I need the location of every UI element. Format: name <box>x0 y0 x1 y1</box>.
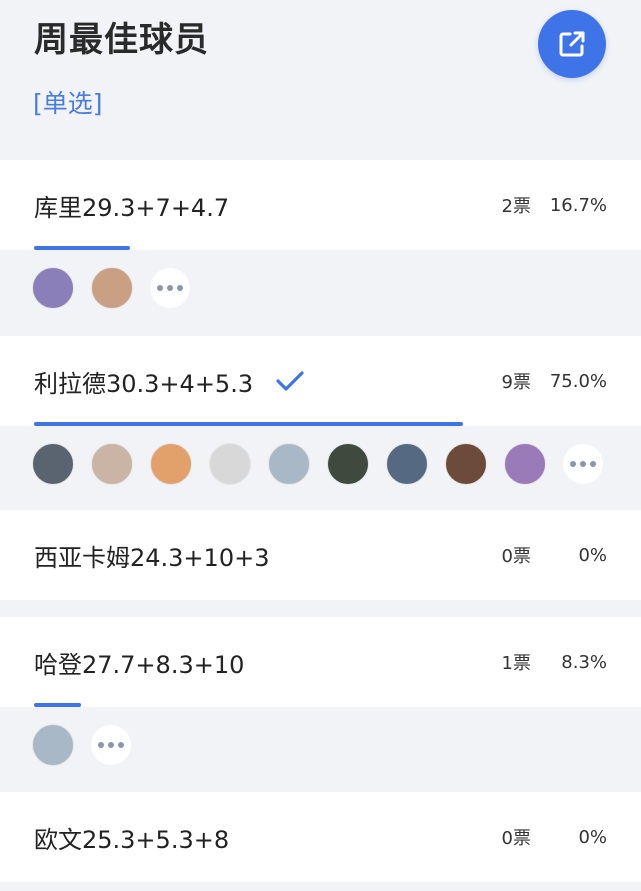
more-dot <box>177 285 183 291</box>
voter-avatar[interactable] <box>209 443 251 485</box>
voter-avatar[interactable] <box>386 443 428 485</box>
voter-avatar[interactable] <box>445 443 487 485</box>
option-progress-bar <box>34 422 606 426</box>
voter-avatar[interactable] <box>268 443 310 485</box>
voter-avatar[interactable] <box>327 443 369 485</box>
check-icon <box>276 371 304 391</box>
more-dot <box>590 461 596 467</box>
option-label: 利拉德30.3+4+5.3 <box>34 369 254 398</box>
more-voters-button[interactable] <box>91 725 131 765</box>
option-percent: 0% <box>578 826 607 848</box>
option-percent: 8.3% <box>561 651 607 673</box>
option-percent: 75.0% <box>549 370 607 392</box>
option-card[interactable]: 库里29.3+7+4.7 2票 16.7% <box>0 160 641 250</box>
option-card[interactable]: 利拉德30.3+4+5.3 9票 75.0% <box>0 336 641 426</box>
more-dot <box>98 742 104 748</box>
voters-row <box>32 724 131 766</box>
voter-avatar[interactable] <box>150 443 192 485</box>
more-dot <box>570 461 576 467</box>
option-percent: 16.7% <box>549 194 607 216</box>
progress-fill <box>34 422 463 426</box>
progress-fill <box>34 246 130 250</box>
more-dot <box>108 742 114 748</box>
progress-fill <box>34 703 82 707</box>
option-progress-bar <box>34 878 606 882</box>
more-dot <box>118 742 124 748</box>
voter-avatar[interactable] <box>32 267 74 309</box>
more-dot <box>580 461 586 467</box>
option-vote-count: 0票 <box>501 828 531 849</box>
more-dot <box>167 285 173 291</box>
option-vote-count: 0票 <box>501 546 531 567</box>
option-vote-count: 1票 <box>501 653 531 674</box>
option-card[interactable]: 西亚卡姆24.3+10+3 0票 0% <box>0 510 641 600</box>
option-card[interactable]: 欧文25.3+5.3+8 0票 0% <box>0 792 641 882</box>
poll-title: 周最佳球员 <box>34 20 209 60</box>
voters-row <box>32 267 190 309</box>
option-label: 库里29.3+7+4.7 <box>34 193 230 222</box>
option-label-wrap: 利拉德30.3+4+5.3 <box>34 336 305 426</box>
option-progress-bar <box>34 703 606 707</box>
voter-avatar[interactable] <box>91 443 133 485</box>
more-dot <box>157 285 163 291</box>
poll-header: 周最佳球员 [单选] <box>0 0 641 160</box>
voter-avatar[interactable] <box>32 724 74 766</box>
option-label: 欧文25.3+5.3+8 <box>34 825 230 854</box>
option-label: 哈登27.7+8.3+10 <box>34 650 245 679</box>
share-button[interactable] <box>538 10 606 78</box>
voter-avatar[interactable] <box>32 443 74 485</box>
option-vote-count: 9票 <box>501 372 531 393</box>
option-progress-bar <box>34 596 606 600</box>
voter-avatar[interactable] <box>91 267 133 309</box>
poll-type-label: [单选] <box>33 89 103 118</box>
option-card[interactable]: 哈登27.7+8.3+10 1票 8.3% <box>0 617 641 707</box>
option-vote-count: 2票 <box>501 196 531 217</box>
voter-avatar[interactable] <box>504 443 546 485</box>
option-percent: 0% <box>578 544 607 566</box>
voters-row <box>32 443 603 485</box>
option-label: 西亚卡姆24.3+10+3 <box>34 543 270 572</box>
share-external-icon <box>559 31 585 57</box>
option-progress-bar <box>34 246 606 250</box>
more-voters-button[interactable] <box>150 268 190 308</box>
more-voters-button[interactable] <box>563 444 603 484</box>
